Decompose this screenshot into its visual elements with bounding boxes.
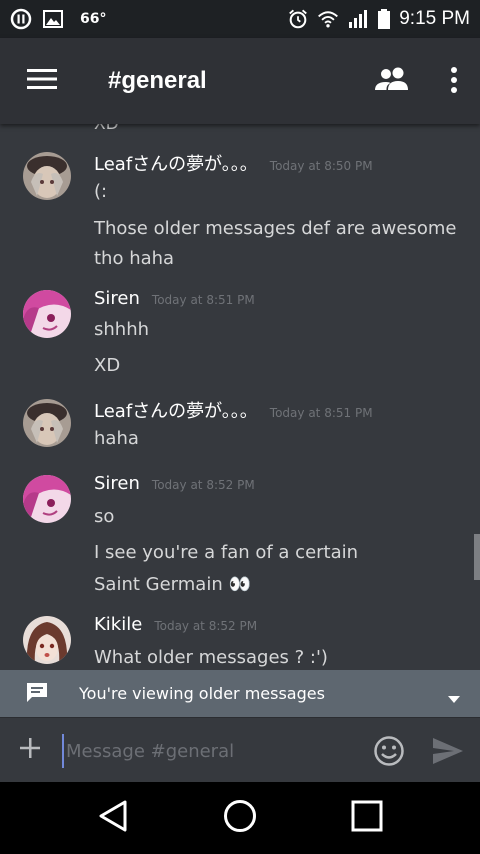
alarm-icon <box>287 8 309 30</box>
signal-icon <box>347 8 369 30</box>
timestamp: Today at 8:52 PM <box>154 619 258 633</box>
chat-icon <box>25 681 49 707</box>
menu-button[interactable] <box>0 38 84 124</box>
message-text: Saint Germain 👀 <box>94 574 251 595</box>
caret-down-icon <box>448 689 460 708</box>
message-text: haha <box>94 428 139 449</box>
send-button[interactable] <box>432 737 464 769</box>
channel-title: #general <box>108 67 207 94</box>
more-options-button[interactable] <box>450 66 458 98</box>
clock: 9:15 PM <box>399 8 470 29</box>
send-icon <box>432 738 464 769</box>
message-input[interactable] <box>62 734 352 768</box>
older-messages-label: You're viewing older messages <box>79 684 325 703</box>
image-notification-icon <box>42 8 64 30</box>
timestamp: Today at 8:51 PM <box>151 293 255 307</box>
app-bar: #general <box>0 38 480 124</box>
avatar[interactable] <box>23 399 71 447</box>
system-navigation-bar <box>0 782 480 854</box>
author-name[interactable]: Leafさんの夢が。。。 <box>94 150 258 176</box>
jump-to-present-banner[interactable]: You're viewing older messages <box>0 670 480 717</box>
message-list[interactable]: XD Leafさんの夢が。。。 Today at 8:50 PM (: Thos… <box>0 124 480 670</box>
message-text: so <box>94 506 115 527</box>
author-name[interactable]: Siren <box>94 288 140 309</box>
home-button[interactable] <box>210 788 270 848</box>
message-text: Those older messages def are awesome <box>94 218 457 239</box>
wifi-icon <box>317 8 339 30</box>
pause-notification-icon <box>10 8 32 30</box>
avatar[interactable] <box>23 616 71 664</box>
message-text: shhhh <box>94 319 150 340</box>
avatar[interactable] <box>23 290 71 338</box>
plus-icon <box>18 736 42 764</box>
recent-apps-square-icon <box>351 800 383 836</box>
temperature-label: 66° <box>80 11 107 27</box>
timestamp: Today at 8:51 PM <box>269 406 373 420</box>
message-text: I see you're a fan of a certain <box>94 542 359 563</box>
author-name[interactable]: Leafさんの夢が。。。 <box>94 397 258 423</box>
message-input-bar <box>0 717 480 782</box>
smiley-icon <box>373 736 405 771</box>
battery-icon <box>377 8 391 30</box>
message-text: (: <box>94 181 108 202</box>
timestamp: Today at 8:50 PM <box>269 159 373 173</box>
more-vertical-icon <box>450 67 458 98</box>
message-text-partial: XD <box>94 124 119 134</box>
author-name[interactable]: Kikile <box>94 614 142 635</box>
message-text: What older messages ? :') <box>94 647 328 668</box>
author-name[interactable]: Siren <box>94 473 140 494</box>
recent-apps-button[interactable] <box>337 788 397 848</box>
back-button[interactable] <box>83 788 143 848</box>
scrollbar-thumb[interactable] <box>474 534 480 580</box>
people-icon <box>374 67 410 96</box>
timestamp: Today at 8:52 PM <box>151 478 255 492</box>
members-button[interactable] <box>374 66 410 96</box>
message-text: tho haha <box>94 248 175 269</box>
emoji-button[interactable] <box>373 735 405 771</box>
avatar[interactable] <box>23 475 71 523</box>
back-triangle-icon <box>98 800 128 836</box>
hamburger-menu-icon <box>27 68 57 94</box>
add-attachment-button[interactable] <box>0 718 60 783</box>
home-circle-icon <box>223 799 257 837</box>
status-bar: 66° 9:15 PM <box>0 0 480 38</box>
message-text: XD <box>94 355 121 376</box>
avatar[interactable] <box>23 152 71 200</box>
